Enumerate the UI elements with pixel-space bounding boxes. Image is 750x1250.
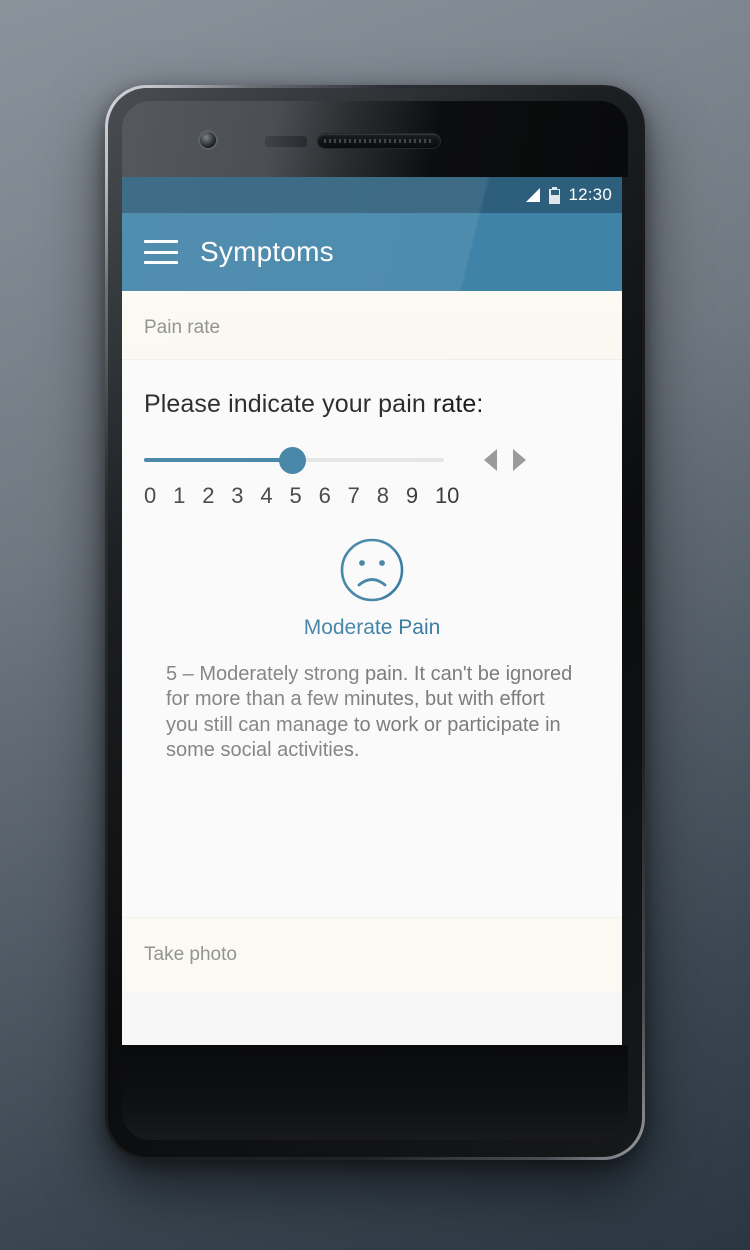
scale-number[interactable]: 9 [406,483,435,509]
scale-number[interactable]: 3 [231,483,260,509]
scale-number[interactable]: 4 [260,483,289,509]
page-title: Symptoms [200,236,334,267]
pain-level-label: Moderate Pain [303,616,441,639]
pain-description-text: 5 – Moderately strong pain. It can't be … [166,663,573,762]
scale-number[interactable]: 7 [348,483,377,509]
arrow-left-icon[interactable] [484,449,497,471]
pain-scale-numbers: 0 1 2 3 4 5 6 7 8 9 10 [144,483,464,509]
pain-question-text: Please indicate your pain rate: [144,390,484,418]
pain-rate-section-label: Pain rate [144,317,221,338]
slider-track-fill [144,458,294,462]
app-bar: Symptoms [122,213,622,291]
arrow-right-icon[interactable] [513,449,526,471]
main-content: Pain rate Please indicate your pain rate… [122,291,622,1045]
phone-body: 12:30 Symptoms Pain rate Please indicate… [108,88,642,1157]
pain-slider[interactable] [144,447,444,474]
status-clock: 12:30 [568,185,612,204]
scale-number[interactable]: 6 [319,483,348,509]
signal-bars-icon [524,188,541,202]
section-header-take-photo[interactable]: Take photo [122,917,622,1045]
status-bar: 12:30 [122,177,622,213]
scale-number[interactable]: 8 [377,483,406,509]
scale-number[interactable]: 10 [435,483,464,509]
phone-bottom-bezel [122,1045,628,1140]
take-photo-label: Take photo [144,944,237,965]
battery-icon [549,186,561,204]
slider-stepper-group [484,449,526,471]
phone-device: 12:30 Symptoms Pain rate Please indicate… [105,85,645,1160]
phone-screen: 12:30 Symptoms Pain rate Please indicate… [122,177,622,1045]
sad-face-icon [339,537,405,608]
scale-number[interactable]: 2 [202,483,231,509]
proximity-sensor [265,136,307,147]
pain-rate-block: Please indicate your pain rate: 0 1 2 3 … [122,360,622,764]
pain-face-block: Moderate Pain [144,537,600,640]
section-header-pain-rate: Pain rate [122,291,622,360]
scale-number[interactable]: 1 [173,483,202,509]
scale-number[interactable]: 0 [144,483,173,509]
pain-slider-row [144,447,600,474]
earpiece-speaker [318,134,440,148]
slider-thumb[interactable] [279,447,306,474]
hamburger-menu-icon[interactable] [144,240,178,264]
scale-number[interactable]: 5 [289,483,318,509]
phone-top-bezel [122,101,628,177]
front-camera [200,132,216,148]
